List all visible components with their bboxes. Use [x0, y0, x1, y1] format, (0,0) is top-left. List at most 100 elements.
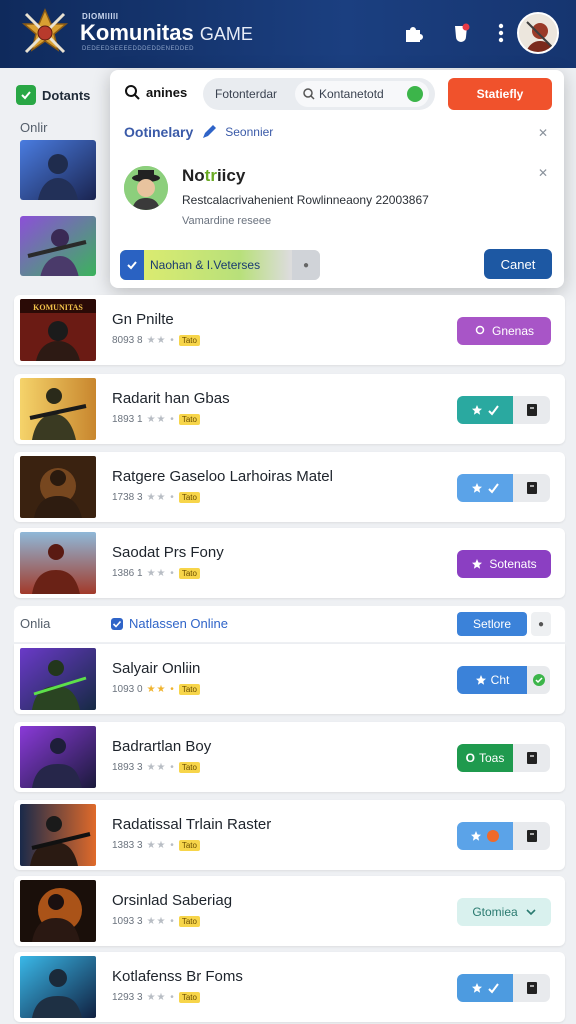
game-tag: Tato: [178, 762, 200, 773]
game-rating: 8093 8: [112, 335, 143, 346]
game-card[interactable]: Badrartlan Boy 1893 3 ★★ • Tato O Toas: [14, 722, 565, 792]
game-tag: Tato: [178, 335, 200, 346]
star-icon: [472, 559, 483, 569]
live-icon: [487, 830, 499, 842]
puzzle-icon[interactable]: [398, 18, 428, 48]
game-action-pair[interactable]: [457, 474, 550, 502]
game-meta: 8093 8 ★★ • Tato: [112, 335, 200, 346]
more-icon[interactable]: [486, 18, 516, 48]
checkbox-checked-icon[interactable]: [110, 617, 124, 631]
game-rating: 1386 1: [112, 568, 143, 579]
game-action-button[interactable]: Sotenats: [457, 550, 551, 578]
game-rating: 1093 3: [112, 916, 143, 927]
game-card[interactable]: Kotlafenss Br Foms 1293 3 ★★ • Tato: [14, 952, 565, 1022]
game-card[interactable]: Ratgere Gaseloo Larhoiras Matel 1738 3 ★…: [14, 452, 565, 522]
popup-member-chip[interactable]: Naohan & I.Veterses ●: [120, 250, 320, 280]
popup-heading-row: Ootinelary Seonnier: [124, 124, 273, 140]
online-status-icon: [407, 86, 423, 102]
check-icon: [488, 983, 499, 994]
game-action-pair[interactable]: [457, 974, 550, 1002]
game-thumbnail: [20, 532, 96, 594]
favorite-button[interactable]: [457, 822, 513, 850]
bookmark-icon: [526, 482, 537, 494]
chip-remove-icon[interactable]: ●: [292, 250, 320, 280]
notification-icon[interactable]: [446, 18, 476, 48]
save-button[interactable]: [513, 822, 550, 850]
app-header: DIOMIIIII Komunitas GAME DEDEEDSEEEEDDDE…: [0, 0, 576, 68]
user-name-suffix: iicy: [216, 166, 246, 185]
star-icon: [472, 483, 482, 493]
side-thumbnail[interactable]: [20, 216, 96, 276]
svg-text:KOMUNITAS: KOMUNITAS: [33, 303, 83, 312]
game-meta: 1093 3 ★★ • Tato: [112, 916, 200, 927]
game-title: Radarit han Gbas: [112, 390, 230, 407]
game-tag: Tato: [178, 916, 200, 927]
checkbox-checked-icon[interactable]: [16, 85, 36, 105]
popup-description-secondary: Vamardine reseee: [182, 215, 272, 227]
game-action-dropdown[interactable]: Gtomiea: [457, 898, 551, 926]
game-thumbnail: [20, 956, 96, 1018]
game-card[interactable]: Saodat Prs Fony 1386 1 ★★ • Tato Sotenat…: [14, 528, 565, 598]
game-thumbnail: KOMUNITAS: [20, 299, 96, 361]
game-thumbnail: [20, 456, 96, 518]
game-action-pair[interactable]: [457, 396, 550, 424]
game-action-button[interactable]: Gnenas: [457, 317, 551, 345]
star-rating-icon: ★★ •: [146, 335, 175, 346]
bookmark-icon: [526, 830, 537, 842]
chevron-down-icon: [526, 909, 536, 916]
game-tag: Tato: [178, 840, 200, 851]
online-toggle[interactable]: [527, 666, 550, 694]
game-action-pair[interactable]: Cht: [457, 666, 550, 694]
game-thumbnail: [20, 726, 96, 788]
game-action-pair[interactable]: O Toas: [457, 744, 550, 772]
primary-action-button[interactable]: Statiefly: [448, 78, 552, 110]
close-icon[interactable]: ✕: [538, 126, 548, 140]
game-card[interactable]: Orsinlad Saberiag 1093 3 ★★ • Tato Gtomi…: [14, 876, 565, 946]
cancel-button[interactable]: Canet: [484, 249, 552, 279]
favorite-button[interactable]: [457, 396, 513, 424]
popup-search[interactable]: anines: [124, 84, 187, 100]
online-label: Onlir: [20, 120, 48, 135]
save-button[interactable]: [513, 974, 550, 1002]
join-button[interactable]: O Toas: [457, 744, 513, 772]
filter-label: Dotants: [42, 87, 91, 103]
favorite-button[interactable]: [457, 474, 513, 502]
game-rating: 1093 0: [112, 684, 143, 695]
game-card[interactable]: Radarit han Gbas 1893 1 ★★ • Tato: [14, 374, 565, 444]
game-tag: Tato: [178, 414, 200, 425]
check-icon: [532, 674, 545, 686]
section-select-button[interactable]: Setlore: [457, 612, 527, 636]
game-tag: Tato: [178, 684, 200, 695]
pencil-icon: [203, 125, 217, 138]
game-action-pair[interactable]: [457, 822, 550, 850]
section-filter[interactable]: Natlassen Online: [110, 616, 228, 631]
search-icon: [125, 85, 140, 100]
side-thumbnail[interactable]: [20, 140, 96, 200]
chat-button[interactable]: Cht: [457, 666, 527, 694]
online-section-header: Onlia Natlassen Online Setlore ●: [14, 606, 565, 642]
section-options-icon[interactable]: ●: [531, 612, 551, 636]
filter-toggle[interactable]: Dotants: [16, 80, 90, 110]
game-card[interactable]: KOMUNITAS Gn Pnilte 8093 8 ★★ • Tato Gne…: [14, 295, 565, 365]
game-card[interactable]: Salyair Onliin 1093 0 ★★ • Tato Cht: [14, 644, 565, 714]
game-thumbnail: [20, 880, 96, 942]
game-meta: 1093 0 ★★ • Tato: [112, 684, 200, 695]
user-avatar[interactable]: [517, 12, 559, 54]
close-icon[interactable]: ✕: [538, 166, 548, 180]
save-button[interactable]: [513, 474, 550, 502]
save-button[interactable]: [513, 744, 550, 772]
favorite-button[interactable]: [457, 974, 513, 1002]
tab-kontanetotd[interactable]: Kontanetotd: [295, 81, 429, 107]
tab-fotonterdar[interactable]: Fotonterdar: [215, 87, 277, 101]
game-meta: 1893 3 ★★ • Tato: [112, 762, 200, 773]
game-title: Ratgere Gaseloo Larhoiras Matel: [112, 468, 333, 485]
game-tag: Tato: [178, 992, 200, 1003]
action-label: Sotenats: [489, 557, 537, 571]
action-label: Gnenas: [491, 324, 535, 338]
game-title: Badrartlan Boy: [112, 738, 212, 755]
checkbox-checked-icon[interactable]: [120, 250, 144, 280]
game-card[interactable]: Radatissal Trlain Raster 1383 3 ★★ • Tat…: [14, 800, 565, 870]
popup-search-label: anines: [146, 84, 188, 100]
save-button[interactable]: [513, 396, 550, 424]
star-rating-icon: ★★ •: [146, 414, 175, 425]
